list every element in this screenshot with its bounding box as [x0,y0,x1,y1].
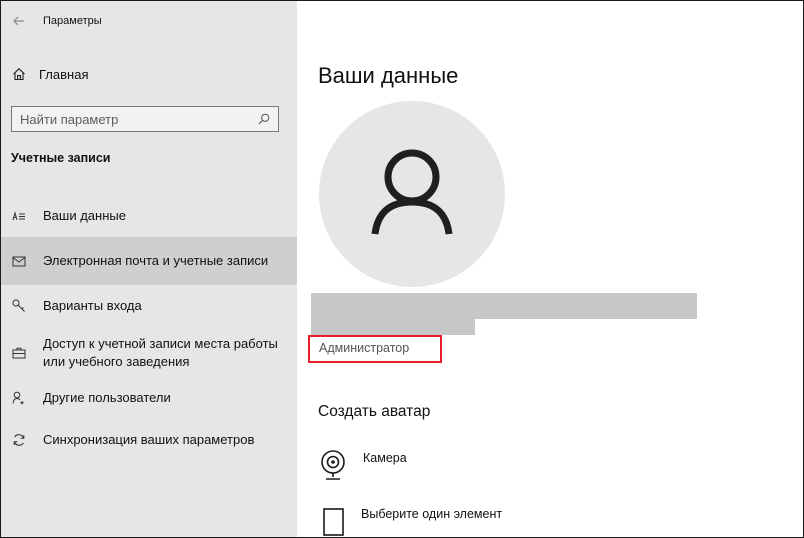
nav-home[interactable]: Главная [1,59,297,89]
sidebar-item-label: Варианты входа [43,298,142,313]
back-button[interactable] [1,1,37,41]
briefcase-icon [5,347,33,359]
create-avatar-heading: Создать аватар [318,403,431,420]
nav-home-label: Главная [39,66,89,82]
title-bar: Параметры [1,1,297,41]
sidebar-item-sign-in-options[interactable]: Варианты входа [1,293,297,319]
avatar [319,101,505,287]
search-input[interactable] [20,111,258,127]
settings-window: Параметры Главная Учетные записи [0,0,804,538]
home-icon [5,67,33,81]
sidebar-item-email-accounts[interactable]: Электронная почта и учетные записи [1,237,297,285]
section-title: Учетные записи [11,151,111,165]
sidebar-item-label: Доступ к учетной записи места работы или… [43,336,278,369]
document-icon [323,508,344,536]
sidebar-item-label: Электронная почта и учетные записи [43,253,269,268]
account-role: Администратор [319,341,410,355]
sidebar-item-other-users[interactable]: Другие пользователи [1,385,297,411]
sync-icon [5,433,33,447]
camera-option-label: Камера [363,451,407,465]
page-title: Ваши данные [318,63,459,88]
sidebar: Параметры Главная Учетные записи [1,1,297,537]
arrow-left-icon [13,16,24,26]
person-card-icon [5,211,33,221]
key-icon [5,299,33,313]
mail-icon [5,256,33,267]
webcam-icon [321,450,345,480]
choose-file-option-label: Выберите один элемент [361,507,503,521]
sidebar-item-label: Другие пользователи [43,390,171,405]
sidebar-item-sync-settings[interactable]: Синхронизация ваших параметров [1,427,297,453]
search-icon[interactable] [258,113,270,125]
app-title: Параметры [43,15,102,27]
choose-file-option[interactable]: Выберите один элемент [319,505,503,537]
sidebar-item-your-info[interactable]: Ваши данные [1,203,297,229]
main-content: Ваши данные Администратор Создать аватар… [297,1,803,537]
camera-option[interactable]: Камера [319,449,407,481]
sidebar-item-work-access[interactable]: Доступ к учетной записи места работы или… [1,333,297,373]
sidebar-item-label: Синхронизация ваших параметров [43,432,255,447]
sidebar-item-label: Ваши данные [43,208,126,223]
search-box[interactable] [11,106,279,132]
redacted-email [311,319,475,335]
redacted-name [311,293,697,319]
add-person-icon [5,391,33,405]
user-silhouette-icon [371,149,453,235]
